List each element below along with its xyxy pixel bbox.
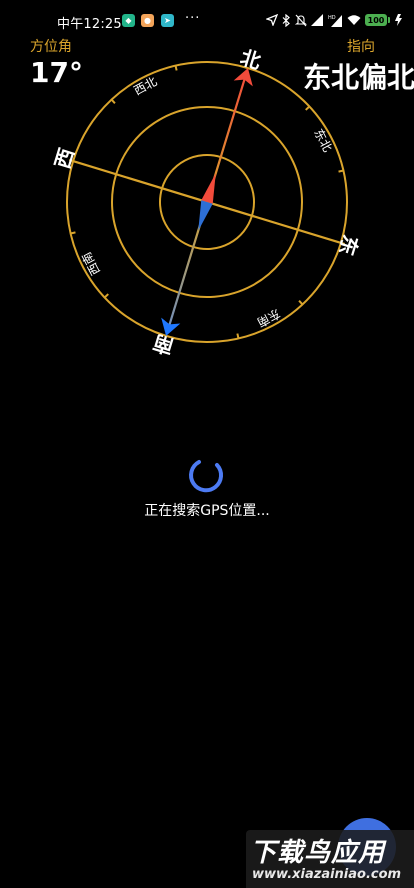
compass-tick (338, 169, 344, 173)
compass-tick (236, 333, 240, 339)
compass-tick (70, 231, 76, 235)
compass-tick (174, 65, 178, 71)
northwest-label: 西北 (131, 74, 159, 98)
northeast-label: 东北 (311, 126, 335, 154)
watermark: 下载鸟应用 www.xiazainiao.com (246, 830, 414, 888)
north-label: 北 (237, 45, 263, 74)
compass-tick (103, 293, 109, 299)
compass-dial: 北 东 南 西 东北 东南 西南 西北 (50, 45, 363, 359)
needle-north-half-icon (201, 173, 216, 204)
compass-tick (305, 105, 311, 111)
east-label: 东 (334, 232, 363, 258)
loading-spinner-icon (189, 460, 223, 493)
watermark-title: 下载鸟应用 (250, 838, 386, 868)
compass-tick (298, 300, 304, 306)
gps-status-text: 正在搜索GPS位置... (144, 503, 270, 519)
west-label: 西 (50, 145, 79, 171)
needle-south-half-icon (198, 200, 213, 231)
compass-tick (110, 98, 116, 104)
compass-rotating-group: 北 东 南 西 东北 东南 西南 西北 (50, 45, 363, 359)
watermark-url: www.xiazainiao.com (252, 867, 402, 882)
south-label: 南 (150, 330, 176, 359)
